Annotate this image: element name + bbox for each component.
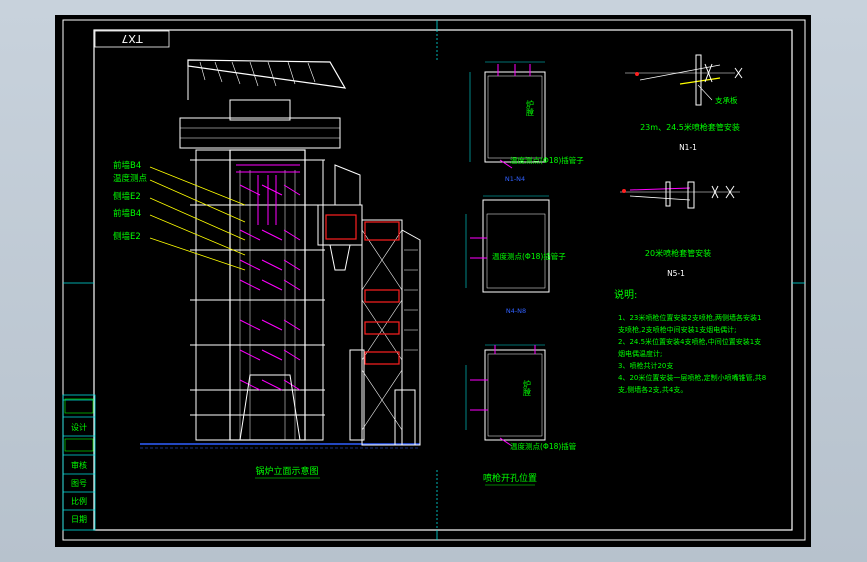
nozzle-upper-section: N1-N4 <box>505 175 525 183</box>
drawing-code: TX7 <box>121 32 143 45</box>
nozzle-middle-label: 温度测点(Φ18)插管子 <box>492 251 566 261</box>
title-block-cell-6: 日期 <box>71 515 87 524</box>
nozzle-lower-side-text: 炉膛 <box>523 379 532 397</box>
detail-23m-section: N1-1 <box>679 143 697 152</box>
title-block-cell-3: 审核 <box>71 460 87 470</box>
detail-20m-section: N5-1 <box>667 269 685 278</box>
note-item-1: 1、23米喷枪位置安装2支喷枪,两侧墙各安装1支喷枪,2支喷枪中间安装1支烟电偶… <box>618 314 762 334</box>
title-block-cell-1: 设计 <box>71 422 87 432</box>
drawing-background <box>55 15 811 547</box>
cad-viewport[interactable]: TX7 设计 审核 图号 比例 日期 前墙B4 温度测点 侧墙E2 前墙B4 侧… <box>0 0 867 562</box>
title-block-cell-4: 图号 <box>71 479 87 488</box>
note-item-4: 4、20米位置安装一层喷枪,定制小喷嘴锥管,共8支,侧墙各2支,共4支。 <box>618 374 767 394</box>
nozzle-upper-label: 温度测点(Φ18)插管子 <box>510 155 584 165</box>
drawing-sheet: TX7 设计 审核 图号 比例 日期 前墙B4 温度测点 侧墙E2 前墙B4 侧… <box>55 15 811 547</box>
nozzle-middle-section: N4-N8 <box>506 307 526 315</box>
callout-3: 侧墙E2 <box>113 191 141 202</box>
nozzle-lower-label: 温度测点(Φ18)插管 <box>510 441 577 451</box>
title-block-cell-5: 比例 <box>71 496 87 506</box>
note-item-3: 3、喷枪共计20支 <box>618 362 674 370</box>
main-view-title: 锅炉立面示意图 <box>255 465 318 477</box>
notes-heading: 说明: <box>614 288 637 301</box>
callout-1: 前墙B4 <box>113 160 141 171</box>
detail-23m-caption: 23m、24.5米喷枪套管安装 <box>640 122 740 132</box>
detail-23m-label: 支承板 <box>715 95 738 105</box>
note-item-2: 2、24.5米位置安装4支喷枪,中间位置安装1支烟电偶温度计; <box>618 338 762 358</box>
nozzle-views-caption: 喷枪开孔位置 <box>483 472 537 484</box>
callout-4: 前墙B4 <box>113 208 141 219</box>
nozzle-upper-side-text: 炉膛 <box>526 99 535 117</box>
callout-2: 温度测点 <box>113 173 148 184</box>
detail-20m-caption: 20米喷枪套管安装 <box>645 248 711 258</box>
callout-5: 侧墙E2 <box>113 231 141 242</box>
